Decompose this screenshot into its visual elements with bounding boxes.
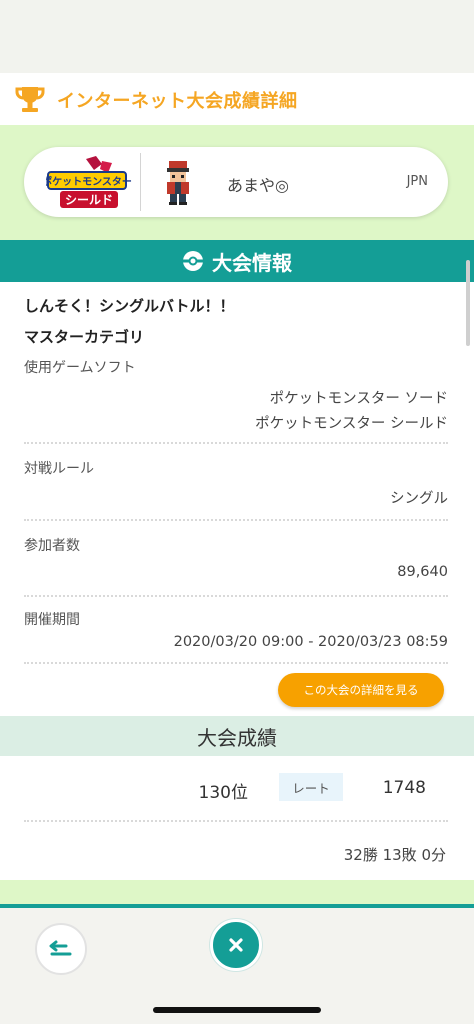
software-label: 使用ゲームソフト bbox=[24, 360, 136, 376]
page-header: インターネット大会成績詳細 bbox=[0, 73, 474, 125]
participants-label: 参加者数 bbox=[24, 538, 80, 554]
page-title: インターネット大会成績詳細 bbox=[57, 91, 298, 112]
back-button[interactable] bbox=[35, 923, 87, 975]
close-icon bbox=[229, 938, 243, 952]
game-logo-line1: ポケットモンスター bbox=[46, 175, 132, 188]
scrollbar[interactable] bbox=[466, 260, 470, 346]
trophy-icon bbox=[15, 87, 45, 112]
tournament-details: しんそく！シングルバトル！！ マスターカテゴリ 使用ゲームソフト ポケットモンス… bbox=[0, 282, 474, 716]
tournament-name: しんそく！シングルバトル！！ bbox=[24, 297, 235, 315]
rank-value: 130位 bbox=[198, 783, 248, 803]
player-card: ポケットモンスター シールド あまや◎ JPN bbox=[24, 147, 448, 217]
participants-value: 89,640 bbox=[397, 564, 448, 580]
trainer-avatar bbox=[167, 161, 189, 205]
close-button[interactable] bbox=[210, 919, 262, 971]
tournament-category: マスターカテゴリ bbox=[24, 328, 145, 346]
results-title: 大会成績 bbox=[197, 725, 277, 750]
rule-label: 対戦ルール bbox=[24, 461, 94, 477]
divider bbox=[24, 519, 448, 521]
divider bbox=[24, 595, 448, 597]
divider bbox=[24, 820, 448, 822]
period-label: 開催期間 bbox=[24, 612, 80, 628]
period-value: 2020/03/20 09:00 - 2020/03/23 08:59 bbox=[173, 634, 448, 650]
rule-value: シングル bbox=[390, 491, 448, 507]
rate-label: レート bbox=[279, 773, 343, 801]
software-value-2: ポケットモンスター シールド bbox=[255, 416, 448, 432]
rate-value: 1748 bbox=[382, 778, 426, 798]
divider bbox=[24, 662, 448, 664]
back-icon bbox=[49, 940, 72, 956]
home-indicator bbox=[153, 1007, 321, 1013]
game-logo-line2: シールド bbox=[65, 193, 113, 207]
pokeball-icon bbox=[183, 251, 203, 271]
player-name: あまや◎ bbox=[227, 176, 289, 195]
card-divider bbox=[140, 153, 141, 211]
divider bbox=[24, 442, 448, 444]
tournament-details-button[interactable]: この大会の詳細を見る bbox=[278, 673, 444, 707]
bottom-band bbox=[0, 880, 474, 904]
win-loss-record: 32勝 13敗 0分 bbox=[343, 846, 446, 864]
section-title: 大会情報 bbox=[212, 250, 292, 275]
software-value-1: ポケットモンスター ソード bbox=[269, 391, 448, 407]
results-header: 大会成績 bbox=[0, 716, 474, 756]
results-panel: 130位 レート 1748 32勝 13敗 0分 bbox=[0, 756, 474, 880]
game-logo: ポケットモンスター シールド bbox=[46, 156, 132, 208]
tournament-info-header: 大会情報 bbox=[0, 240, 474, 282]
player-region: JPN bbox=[406, 174, 428, 189]
